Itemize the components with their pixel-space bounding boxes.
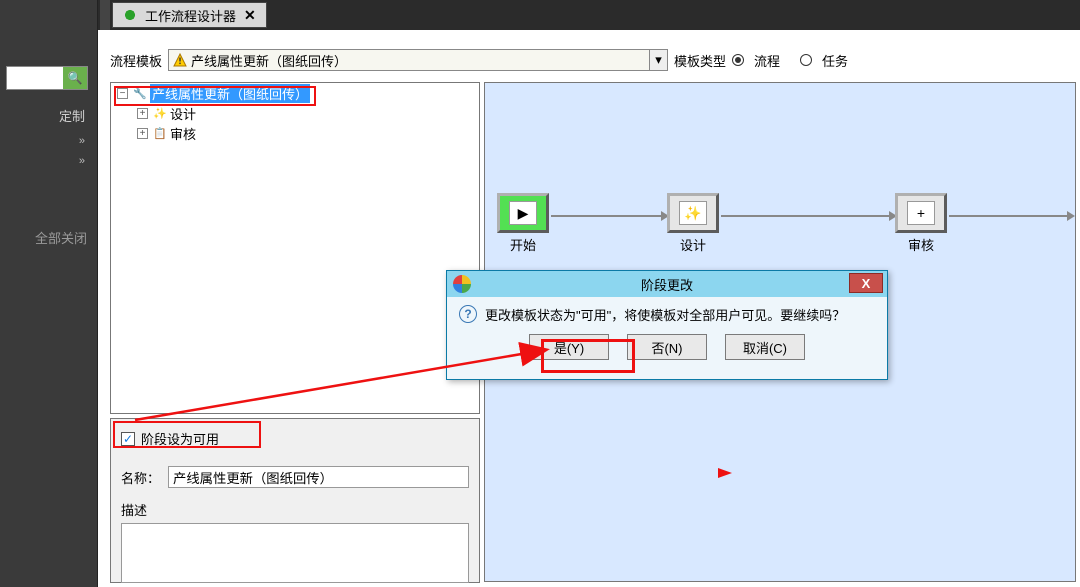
warning-icon: [173, 53, 187, 67]
annotation-marker: [718, 468, 732, 478]
workflow-icon: [123, 8, 137, 22]
template-label: 流程模板: [110, 51, 162, 70]
collapse-icon[interactable]: −: [117, 88, 128, 99]
node-label: 审核: [895, 235, 947, 254]
sidebar-item-customize[interactable]: 定制: [0, 100, 97, 131]
template-value: 产线属性更新（图纸回传）: [191, 51, 347, 70]
expand-icon[interactable]: +: [137, 128, 148, 139]
step-icon: ✨: [152, 105, 168, 121]
stage-enable-label: 阶段设为可用: [141, 429, 219, 448]
tree-root-row[interactable]: − 🔧 产线属性更新（图纸回传）: [111, 83, 479, 103]
design-icon: ✨: [679, 201, 707, 225]
search-icon[interactable]: 🔍: [63, 67, 87, 89]
tree-pane: − 🔧 产线属性更新（图纸回传） + ✨ 设计 + 📋 审核: [110, 82, 480, 414]
tree-child-row[interactable]: + ✨ 设计: [111, 103, 479, 123]
question-icon: ?: [459, 305, 477, 323]
window-control-strip: [100, 0, 110, 30]
yes-button[interactable]: 是(Y): [529, 334, 609, 360]
sidebar-search[interactable]: 🔍: [6, 66, 88, 90]
sidebar: 🔍 定制 » » 全部关闭: [0, 0, 98, 587]
radio-task[interactable]: [800, 54, 812, 66]
radio-flow[interactable]: [732, 54, 744, 66]
node-label: 设计: [667, 235, 719, 254]
no-button[interactable]: 否(N): [627, 334, 707, 360]
name-label: 名称：: [121, 468, 160, 487]
radio-task-label: 任务: [822, 51, 848, 70]
desc-textarea[interactable]: [121, 523, 469, 583]
cancel-button[interactable]: 取消(C): [725, 334, 805, 360]
tab-workflow-designer[interactable]: 工作流程设计器 ✕: [112, 2, 267, 28]
app-icon: [453, 275, 471, 293]
dialog-titlebar[interactable]: 阶段更改 X: [447, 271, 887, 297]
step-icon: 📋: [152, 125, 168, 141]
tab-close-icon[interactable]: ✕: [244, 7, 256, 24]
node-design[interactable]: ✨ 设计: [667, 193, 719, 254]
tab-title: 工作流程设计器: [145, 6, 236, 25]
review-icon: +: [907, 201, 935, 225]
connector: [721, 215, 891, 217]
toolbar: 流程模板 产线属性更新（图纸回传） ▾ 模板类型 流程 任务: [110, 48, 1072, 72]
sidebar-close-all[interactable]: 全部关闭: [35, 228, 87, 247]
name-input[interactable]: [168, 466, 469, 488]
node-review[interactable]: + 审核: [895, 193, 947, 254]
chevron-icon[interactable]: »: [0, 131, 97, 151]
node-label: 开始: [497, 235, 549, 254]
dialog-message: 更改模板状态为"可用"，将使模板对全部用户可见。要继续吗？: [485, 305, 845, 324]
workflow-icon: 🔧: [132, 85, 148, 101]
radio-flow-label: 流程: [754, 51, 780, 70]
dropdown-icon[interactable]: ▾: [649, 50, 667, 70]
node-start[interactable]: ▶ 开始: [497, 193, 549, 254]
type-label: 模板类型: [674, 51, 726, 70]
dialog-title: 阶段更改: [641, 275, 693, 294]
tree-root-label: 产线属性更新（图纸回传）: [150, 84, 310, 103]
desc-label: 描述: [121, 503, 147, 518]
start-icon: ▶: [509, 201, 537, 225]
tree-child-row[interactable]: + 📋 审核: [111, 123, 479, 143]
stage-change-dialog: 阶段更改 X ? 更改模板状态为"可用"，将使模板对全部用户可见。要继续吗？ 是…: [446, 270, 888, 380]
stage-enable-checkbox[interactable]: ✓: [121, 432, 135, 446]
dialog-close-button[interactable]: X: [849, 273, 883, 293]
expand-icon[interactable]: +: [137, 108, 148, 119]
property-pane: ✓ 阶段设为可用 名称： 描述: [110, 418, 480, 583]
connector: [949, 215, 1069, 217]
tree-child-label: 设计: [170, 104, 196, 123]
chevron-icon[interactable]: »: [0, 151, 97, 171]
tree-child-label: 审核: [170, 124, 196, 143]
connector: [551, 215, 663, 217]
template-dropdown[interactable]: 产线属性更新（图纸回传） ▾: [168, 49, 668, 71]
